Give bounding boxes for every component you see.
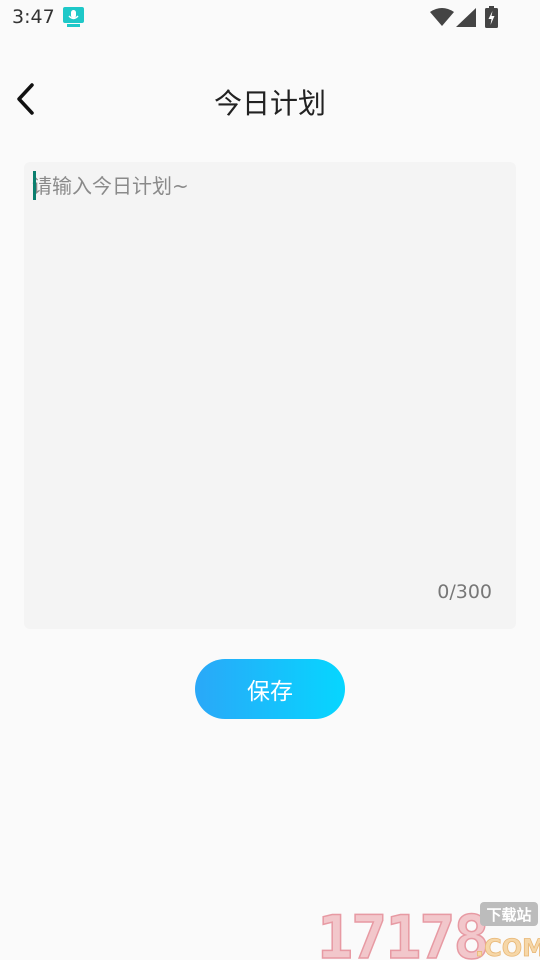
watermark-domain: .COM [475, 934, 540, 960]
watermark-logo: 17178 下载站 .COM [316, 902, 540, 960]
text-caret [33, 171, 36, 200]
watermark-tag: 下载站 [486, 906, 531, 924]
battery-charging-icon [485, 6, 498, 28]
plan-screen: 3:47 今日计划 0/300 保存 [0, 0, 540, 960]
status-time: 3:47 [12, 6, 55, 28]
plan-input-container: 0/300 [24, 162, 516, 629]
wifi-icon [430, 8, 454, 26]
app-bar: 今日计划 [0, 62, 540, 138]
watermark-logo-text: 17178 [317, 903, 488, 960]
save-button[interactable]: 保存 [195, 659, 345, 719]
status-bar: 3:47 [0, 0, 540, 36]
notification-icon [63, 7, 84, 27]
signal-icon [456, 8, 476, 27]
char-count: 0/300 [437, 581, 492, 603]
plan-text-input[interactable] [32, 170, 508, 570]
page-title: 今日计划 [213, 87, 326, 120]
